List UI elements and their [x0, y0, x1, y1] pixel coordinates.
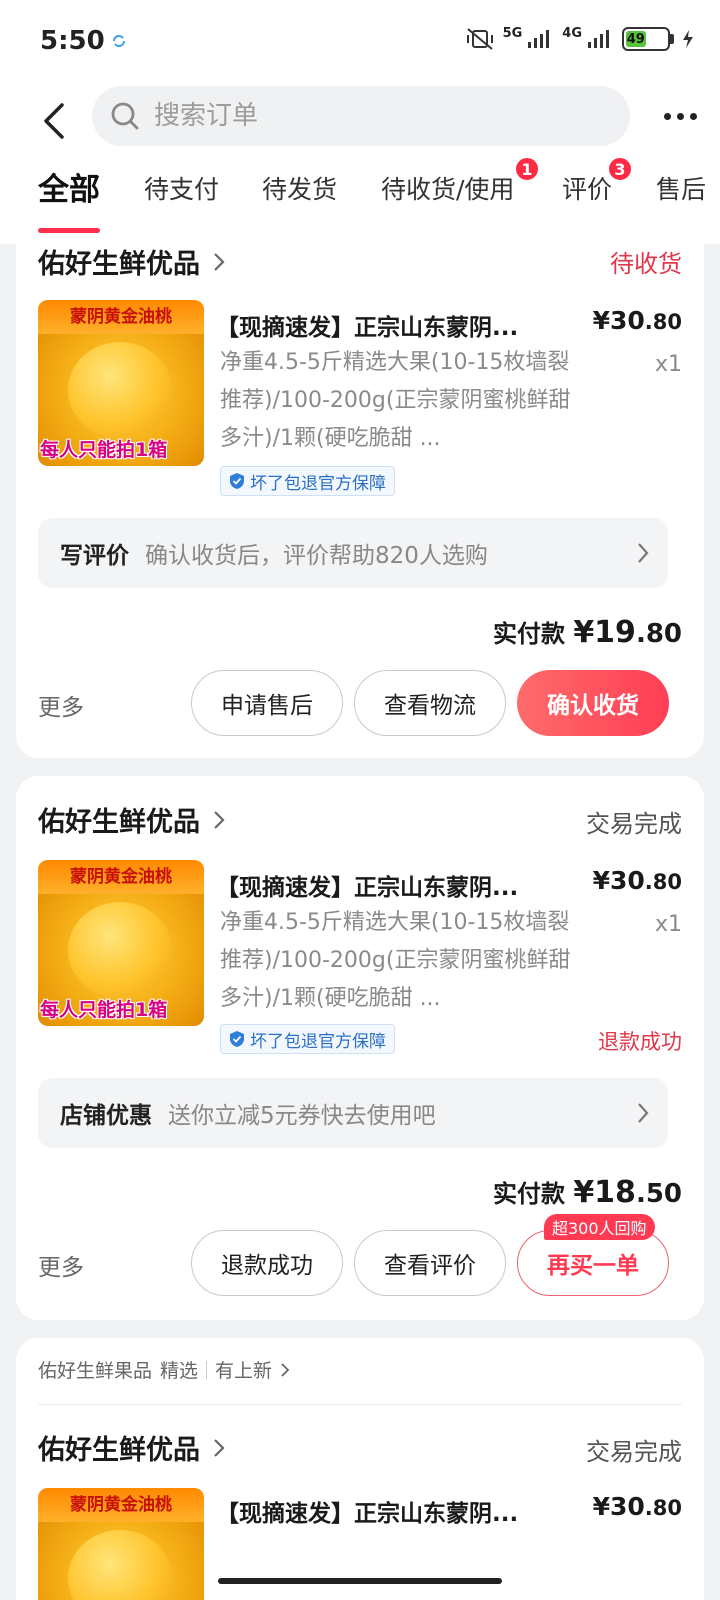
charging-icon	[683, 30, 693, 48]
section-shop-name: 佑好生鲜果品	[38, 1360, 153, 1382]
order-card[interactable]: 佑好生鲜果品 精选 有上新 佑好生鲜优品 交易完成 蒙阴黄金油桃 【现摘速发】正…	[16, 1338, 704, 1600]
network-4g-label: 4G	[562, 26, 582, 41]
shop-name: 佑好生鲜优品	[38, 807, 200, 838]
sync-icon	[113, 35, 125, 47]
product-price: ¥30.80	[592, 1492, 682, 1521]
product-price: ¥30.80	[592, 306, 682, 335]
back-button[interactable]	[34, 98, 74, 144]
section-link: 有上新	[215, 1360, 273, 1382]
shield-check-icon	[230, 473, 244, 489]
tab-pending-receipt[interactable]: 待收货/使用	[381, 170, 514, 206]
order-card[interactable]: 佑好生鲜优品 交易完成 蒙阴黄金油桃 每人只能拍1箱 【现摘速发】正宗山东蒙阴.…	[16, 776, 704, 1320]
tab-active-indicator	[38, 228, 100, 233]
refund-success-button[interactable]: 退款成功	[191, 1230, 343, 1296]
product-quantity: x1	[654, 912, 682, 937]
order-status: 交易完成	[586, 810, 682, 838]
product-image-banner: 蒙阴黄金油桃	[38, 860, 204, 894]
view-review-button[interactable]: 查看评价	[354, 1230, 506, 1296]
vibrate-off-icon	[466, 28, 493, 50]
product-image-caption: 每人只能拍1箱	[40, 999, 168, 1021]
more-link[interactable]: 更多	[38, 1248, 84, 1282]
guarantee-badge[interactable]: 坏了包退官方保障	[220, 466, 395, 496]
signal-icon-2	[588, 30, 609, 48]
refund-status: 退款成功	[598, 1030, 682, 1054]
info-label: 写评价	[60, 543, 129, 569]
store-coupon-row[interactable]: 店铺优惠 送你立减5元券快去使用吧	[38, 1078, 668, 1148]
chevron-right-icon	[638, 543, 649, 563]
chevron-right-icon	[214, 252, 225, 271]
product-title[interactable]: 【现摘速发】正宗山东蒙阴...	[216, 868, 556, 902]
top-area: 5:50 5G 4G 49 搜索订单 全部 待支付 待发货 待收货/使用 1 评…	[0, 0, 720, 244]
status-bar: 5:50 5G 4G 49	[0, 0, 720, 86]
product-image-banner: 蒙阴黄金油桃	[38, 300, 204, 334]
search-icon	[111, 102, 139, 130]
shop-name-row[interactable]: 佑好生鲜优品	[38, 244, 226, 281]
product-title[interactable]: 【现摘速发】正宗山东蒙阴...	[216, 1494, 556, 1528]
paid-amount: ¥18.50	[573, 1175, 682, 1210]
paid-amount: ¥19.80	[573, 615, 682, 650]
paid-label: 实付款	[492, 620, 565, 648]
paid-amount-row: 实付款 ¥18.50	[493, 1174, 682, 1210]
guarantee-text: 坏了包退官方保障	[250, 1031, 386, 1052]
product-image-caption: 每人只能拍1箱	[40, 439, 168, 461]
gesture-nav-bar[interactable]	[218, 1578, 502, 1584]
confirm-receipt-button[interactable]: 确认收货	[517, 670, 669, 736]
more-link[interactable]: 更多	[38, 688, 84, 722]
battery-icon: 49	[622, 27, 674, 51]
section-tag: 精选	[160, 1360, 199, 1382]
search-box[interactable]	[92, 86, 630, 146]
tab-review[interactable]: 评价	[562, 170, 612, 206]
info-text: 确认收货后，评价帮助820人选购	[145, 543, 488, 569]
view-logistics-button[interactable]: 查看物流	[354, 670, 506, 736]
paid-label: 实付款	[492, 1180, 565, 1208]
shop-promo-header[interactable]: 佑好生鲜果品 精选 有上新	[38, 1356, 290, 1383]
write-review-row[interactable]: 写评价 确认收货后，评价帮助820人选购	[38, 518, 668, 588]
header	[0, 86, 720, 156]
more-options-button[interactable]	[658, 98, 702, 134]
tab-badge-review: 3	[607, 156, 633, 182]
product-image-banner: 蒙阴黄金油桃	[38, 1488, 204, 1522]
tab-pending-payment[interactable]: 待支付	[144, 170, 219, 206]
search-input[interactable]	[154, 101, 554, 131]
status-icons: 5G 4G 49	[465, 26, 694, 52]
product-quantity: x1	[654, 352, 682, 377]
tab-after-sales[interactable]: 售后	[656, 170, 706, 206]
product-image[interactable]: 蒙阴黄金油桃 每人只能拍1箱	[38, 300, 204, 466]
shop-name-row[interactable]: 佑好生鲜优品	[38, 1428, 226, 1467]
order-tabs: 全部 待支付 待发货 待收货/使用 1 评价 3 售后	[0, 156, 720, 242]
product-image[interactable]: 蒙阴黄金油桃	[38, 1488, 204, 1600]
battery-level: 49	[626, 31, 646, 47]
tab-all[interactable]: 全部	[38, 164, 100, 209]
chevron-right-icon	[281, 1362, 290, 1377]
product-spec: 净重4.5-5斤精选大果(10-15枚墙裂推荐)/100-200g(正宗蒙阴蜜桃…	[220, 910, 571, 1011]
chevron-right-icon	[214, 1438, 225, 1457]
back-arrow-icon	[44, 103, 64, 139]
divider	[38, 1404, 682, 1405]
product-price: ¥30.80	[592, 866, 682, 895]
order-status: 待收货	[610, 250, 682, 278]
shop-name-row[interactable]: 佑好生鲜优品	[38, 800, 226, 839]
product-title[interactable]: 【现摘速发】正宗山东蒙阴...	[216, 308, 556, 342]
product-spec: 净重4.5-5斤精选大果(10-15枚墙裂推荐)/100-200g(正宗蒙阴蜜桃…	[220, 350, 571, 451]
chevron-right-icon	[638, 1103, 649, 1123]
signal-icon	[528, 30, 550, 48]
shop-name: 佑好生鲜优品	[38, 249, 200, 280]
guarantee-text: 坏了包退官方保障	[250, 473, 386, 494]
tab-badge-pending-receipt: 1	[514, 156, 540, 182]
order-status: 交易完成	[586, 1438, 682, 1466]
shield-check-icon	[230, 1031, 244, 1047]
tab-pending-shipment[interactable]: 待发货	[262, 170, 337, 206]
info-label: 店铺优惠	[60, 1103, 152, 1129]
apply-after-sales-button[interactable]: 申请售后	[191, 670, 343, 736]
chevron-right-icon	[214, 810, 225, 829]
paid-amount-row: 实付款 ¥19.80	[493, 614, 682, 650]
info-text: 送你立减5元券快去使用吧	[168, 1103, 436, 1129]
order-card[interactable]: 佑好生鲜优品 待收货 蒙阴黄金油桃 每人只能拍1箱 【现摘速发】正宗山东蒙阴..…	[16, 244, 704, 758]
repurchase-tag: 超300人回购	[544, 1214, 655, 1240]
product-image[interactable]: 蒙阴黄金油桃 每人只能拍1箱	[38, 860, 204, 1026]
shop-name: 佑好生鲜优品	[38, 1435, 200, 1466]
network-5g-label: 5G	[502, 26, 523, 41]
status-time: 5:50	[40, 26, 105, 56]
guarantee-badge[interactable]: 坏了包退官方保障	[220, 1024, 395, 1054]
